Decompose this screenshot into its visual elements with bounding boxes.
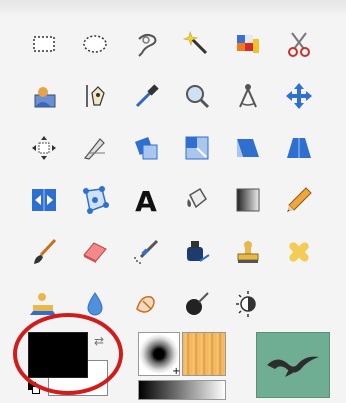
ellipse-select-icon bbox=[82, 35, 107, 53]
tool-heal[interactable] bbox=[273, 226, 324, 278]
free-select-icon bbox=[137, 33, 156, 57]
color-picker-icon bbox=[135, 84, 159, 108]
tool-desaturate[interactable] bbox=[222, 278, 273, 330]
paths-icon bbox=[85, 85, 105, 107]
tool-blend[interactable] bbox=[222, 174, 273, 226]
tool-select-by-color[interactable] bbox=[222, 18, 273, 70]
fuzzy-select-icon bbox=[182, 30, 207, 55]
blend-icon bbox=[236, 188, 259, 212]
svg-text:A: A bbox=[135, 185, 157, 215]
tool-paintbrush[interactable] bbox=[18, 226, 69, 278]
measure-icon bbox=[238, 84, 257, 108]
bucket-fill-icon bbox=[186, 187, 207, 209]
tool-pencil[interactable] bbox=[273, 174, 324, 226]
shear-icon bbox=[236, 139, 259, 157]
desaturate-icon bbox=[235, 291, 256, 317]
airbrush-icon bbox=[133, 239, 158, 264]
tool-bucket-fill[interactable] bbox=[171, 174, 222, 226]
move-icon bbox=[285, 83, 312, 109]
tool-airbrush[interactable] bbox=[120, 226, 171, 278]
tool-shear[interactable] bbox=[222, 122, 273, 174]
tool-perspective[interactable] bbox=[273, 122, 324, 174]
dodge-burn-icon bbox=[185, 292, 209, 315]
foreground-select-icon bbox=[34, 87, 55, 108]
tool-ink[interactable] bbox=[171, 226, 222, 278]
tool-zoom[interactable] bbox=[171, 70, 222, 122]
brush-plus-icon: + bbox=[172, 366, 181, 377]
tool-crop[interactable] bbox=[69, 122, 120, 174]
tool-align[interactable] bbox=[18, 122, 69, 174]
tool-dodge-burn[interactable] bbox=[171, 278, 222, 330]
perspective-icon bbox=[286, 138, 311, 158]
smudge-icon bbox=[135, 296, 155, 313]
tool-text[interactable]: A bbox=[120, 174, 171, 226]
tool-rect-select[interactable] bbox=[18, 18, 69, 70]
tool-rotate[interactable] bbox=[120, 122, 171, 174]
tool-clone[interactable] bbox=[222, 226, 273, 278]
gradient-preview-icon[interactable] bbox=[138, 380, 226, 400]
tool-paths[interactable] bbox=[69, 70, 120, 122]
tool-free-select[interactable] bbox=[120, 18, 171, 70]
tool-fuzzy-select[interactable] bbox=[171, 18, 222, 70]
select-by-color-icon bbox=[236, 35, 259, 53]
tool-ellipse-select[interactable] bbox=[69, 18, 120, 70]
tool-smudge[interactable] bbox=[120, 278, 171, 330]
heal-icon bbox=[288, 242, 309, 262]
highlight-ring bbox=[13, 313, 123, 395]
tool-grid: A bbox=[18, 18, 324, 330]
tool-scale[interactable] bbox=[171, 122, 222, 174]
tool-foreground-select[interactable] bbox=[18, 70, 69, 122]
tool-color-picker[interactable] bbox=[120, 70, 171, 122]
zoom-icon bbox=[185, 85, 209, 109]
tool-measure[interactable] bbox=[222, 70, 273, 122]
ink-icon bbox=[186, 241, 210, 262]
tool-move[interactable] bbox=[273, 70, 324, 122]
crop-icon bbox=[83, 138, 105, 160]
clone-icon bbox=[237, 241, 258, 263]
tool-scissors-select[interactable] bbox=[273, 18, 324, 70]
text-icon: A bbox=[135, 185, 157, 215]
toolbox-top-strip bbox=[0, 0, 346, 18]
scale-icon bbox=[185, 136, 208, 160]
paintbrush-icon bbox=[33, 238, 56, 264]
bird-image-icon bbox=[267, 356, 319, 377]
align-icon bbox=[31, 136, 56, 160]
active-image-thumbnail[interactable] bbox=[256, 332, 330, 398]
cage-transform-icon bbox=[82, 186, 109, 214]
rect-select-icon bbox=[32, 36, 55, 52]
tool-eraser[interactable] bbox=[69, 226, 120, 278]
flip-icon bbox=[31, 189, 56, 211]
tool-flip[interactable] bbox=[18, 174, 69, 226]
eraser-icon bbox=[82, 242, 107, 263]
tool-cage-transform[interactable] bbox=[69, 174, 120, 226]
pattern-preview-icon[interactable] bbox=[182, 332, 226, 376]
rotate-icon bbox=[134, 137, 157, 160]
scissors-select-icon bbox=[287, 32, 310, 57]
pencil-icon bbox=[286, 187, 312, 212]
